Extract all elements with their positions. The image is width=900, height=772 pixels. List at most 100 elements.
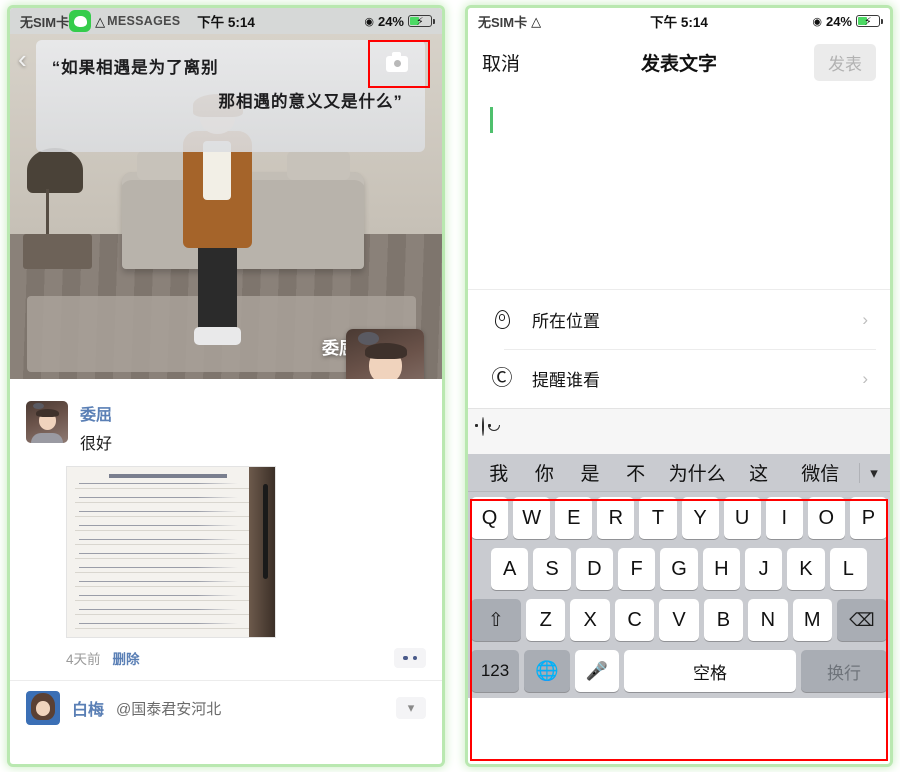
prediction-candidate[interactable]: 为什么 [658,459,736,486]
lamp-decor [27,147,84,193]
keyboard-rows: Q W E R T Y U I O P A S D F G H J K L ⇧ … [468,492,890,698]
post-author-handle: @国泰君安河北 [116,700,222,718]
key-j[interactable]: J [744,548,783,590]
comment-feed: 委屈 很好 4天前 删除 白梅 @国泰君安河北 ▾ [10,379,442,725]
right-phone-panel: 无SIM卡 △ 下午 5:14 ◉ 24% ⚡ 取消 发表文字 发表 所在位置 [468,8,890,764]
chevron-down-icon[interactable]: ▾ [396,697,426,719]
list-item[interactable]: 白梅 @国泰君安河北 ▾ [10,681,442,725]
left-status-right: ◉ 24% ⚡ [364,14,435,29]
key-n[interactable]: N [748,599,788,641]
avatar[interactable] [346,329,424,379]
key-l[interactable]: L [829,548,867,590]
shift-arrow-icon[interactable]: ⇧ [471,599,522,641]
post-author-name[interactable]: 白梅 [72,696,104,720]
smiley-face-icon[interactable] [475,417,500,436]
backspace-icon[interactable]: ⌫ [836,599,887,641]
key-c[interactable]: C [614,599,655,641]
option-row-mention[interactable]: Ⓒ 提醒谁看 › [468,349,890,408]
person-legs-decor [197,241,237,331]
text-cursor [490,107,493,133]
prediction-candidate[interactable]: 这 [736,459,782,486]
location-pin-icon [490,310,514,329]
battery-icon: ⚡ [408,15,435,28]
key-f[interactable]: F [618,548,656,590]
option-label-location: 所在位置 [532,312,600,331]
key-e[interactable]: E [555,497,593,539]
onscreen-keyboard: 我 你 是 不 为什么 这 微信 ▾ Q W E R T Y U I O P A… [468,454,890,698]
key-q[interactable]: Q [471,497,509,539]
left-status-bar: 无SIM卡 △ MESSAGES 下午 5:14 ◉ 24% ⚡ [10,8,442,34]
keyboard-row-1: Q W E R T Y U I O P [471,497,887,539]
keyboard-row-3: ⇧ Z X C V B N M ⌫ [471,599,887,641]
option-row-location[interactable]: 所在位置 › [468,290,890,349]
avatar[interactable] [26,691,60,725]
prediction-candidate[interactable]: 是 [567,459,613,486]
key-g[interactable]: G [660,548,698,590]
chevron-right-icon: › [862,309,868,329]
key-i[interactable]: I [765,497,803,539]
key-o[interactable]: O [807,497,845,539]
numbers-key[interactable]: 123 [471,650,519,692]
comment-text: 很好 [80,436,113,453]
compose-textarea[interactable] [468,93,890,289]
key-d[interactable]: D [575,548,613,590]
avatar[interactable] [26,401,68,443]
video-post-hero[interactable]: “如果相遇是为了离别 那相遇的意义又是什么” ‹ 委屈 [10,34,442,379]
list-item[interactable]: 委屈 很好 [10,379,442,454]
key-p[interactable]: P [849,497,887,539]
prediction-bar: 我 你 是 不 为什么 这 微信 ▾ [468,454,890,492]
at-sign-icon: Ⓒ [491,367,513,390]
chevron-left-icon[interactable]: ‹ [18,46,27,72]
key-s[interactable]: S [533,548,571,590]
key-y[interactable]: Y [681,497,719,539]
microphone-icon[interactable]: 🎤 [575,650,619,692]
location-services-icon: ◉ [812,15,822,28]
prediction-candidate[interactable]: 不 [613,459,659,486]
keyboard-row-2: A S D F G H J K L [471,548,887,590]
quote-line-2: 那相遇的意义又是什么” [218,93,403,111]
prediction-candidate[interactable]: 我 [476,459,522,486]
comment-meta-row: 4天前 删除 [10,638,442,680]
compose-navbar: 取消 发表文字 发表 [468,34,890,93]
comment-timestamp: 4天前 [66,652,101,667]
delete-button[interactable]: 删除 [113,648,140,668]
camera-icon[interactable] [374,44,420,84]
post-button[interactable]: 发表 [814,44,876,81]
more-dots-icon[interactable] [394,648,426,668]
return-key[interactable]: 换行 [801,650,887,692]
battery-percent-label: 24% [825,13,852,29]
location-services-icon: ◉ [364,15,374,28]
key-u[interactable]: U [723,497,761,539]
option-label-mention: 提醒谁看 [532,371,600,390]
key-v[interactable]: V [659,599,699,641]
key-w[interactable]: W [513,497,551,539]
space-key[interactable]: 空格 [624,650,796,692]
key-z[interactable]: Z [526,599,566,641]
key-r[interactable]: R [597,497,635,539]
emoji-toolbar[interactable] [468,408,890,454]
chevron-down-icon[interactable]: ▾ [860,464,888,482]
left-phone-panel: 无SIM卡 △ MESSAGES 下午 5:14 ◉ 24% ⚡ “如果相遇是为… [10,8,442,764]
globe-icon[interactable]: 🌐 [524,650,570,692]
right-status-bar: 无SIM卡 △ 下午 5:14 ◉ 24% ⚡ [468,8,890,34]
key-m[interactable]: M [792,599,832,641]
side-table-decor [22,234,93,269]
prediction-candidate[interactable]: 微信 [781,459,859,486]
key-k[interactable]: K [787,548,825,590]
key-h[interactable]: H [702,548,740,590]
comment-author-name[interactable]: 委屈 [80,401,112,425]
attached-photo[interactable] [66,466,276,638]
key-t[interactable]: T [639,497,677,539]
compose-options: 所在位置 › Ⓒ 提醒谁看 › [468,289,890,408]
key-x[interactable]: X [570,599,610,641]
battery-icon: ⚡ [856,15,883,28]
key-a[interactable]: A [491,548,529,590]
quote-overlay-card: “如果相遇是为了离别 那相遇的意义又是什么” [35,40,425,152]
right-status-right: ◉ 24% ⚡ [812,13,883,29]
comment-body: 委屈 很好 [80,401,112,454]
key-b[interactable]: B [703,599,744,641]
person-shoes-decor [193,327,242,345]
prediction-candidate[interactable]: 你 [522,459,568,486]
lamp-stand-decor [46,189,50,238]
keyboard-row-4: 123 🌐 🎤 空格 换行 [471,650,887,692]
